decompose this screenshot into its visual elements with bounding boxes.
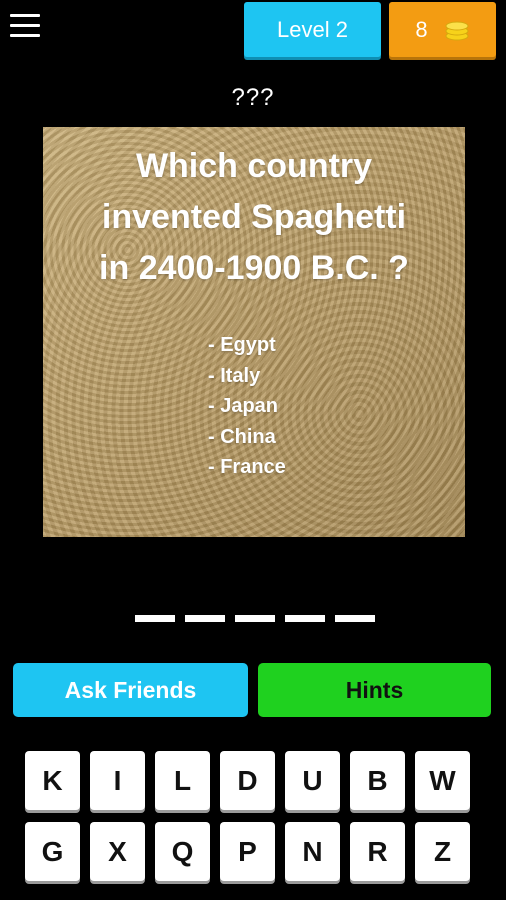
ask-friends-button[interactable]: Ask Friends [13,663,248,717]
answer-slot[interactable] [335,615,375,622]
letter-key[interactable]: P [220,822,275,881]
answer-slot[interactable] [285,615,325,622]
letter-key[interactable]: L [155,751,210,810]
ask-friends-label: Ask Friends [64,676,197,703]
keyboard-row-2: G X Q P N R Z [25,822,485,881]
keyboard-row-1: K I L D U B W [25,751,485,810]
question-line: invented Spaghetti [101,198,407,236]
option-item: - Japan [208,395,279,417]
answer-slot[interactable] [135,615,175,622]
letter-key[interactable]: K [25,751,80,810]
letter-key[interactable]: N [285,822,340,881]
question-line: in 2400-1900 B.C. ? [99,249,409,287]
letter-key[interactable]: G [25,822,80,881]
letter-key[interactable]: U [285,751,340,810]
option-item: - China [208,425,276,448]
answer-slot[interactable] [235,615,275,622]
coins-icon [445,21,469,40]
option-item: - Egypt [208,334,276,356]
letter-key[interactable]: B [350,751,405,810]
letter-key[interactable]: X [90,822,145,881]
coins-badge[interactable]: 8 [389,2,496,57]
letter-keyboard: K I L D U B W G X Q P N R Z [25,751,485,893]
letter-key[interactable]: I [90,751,145,810]
hints-button[interactable]: Hints [258,663,491,717]
level-label: Level 2 [277,16,348,42]
option-item: - France [208,456,286,478]
level-badge: Level 2 [244,2,381,57]
answer-slots [135,615,375,622]
options-list: - Egypt - Italy - Japan - China - France [208,330,286,483]
hints-label: Hints [345,676,404,703]
question-text: Which country invented Spaghetti in 2400… [43,141,465,294]
letter-key[interactable]: D [220,751,275,810]
letter-key[interactable]: Q [155,822,210,881]
answer-placeholder: ??? [231,84,275,111]
answer-slot[interactable] [185,615,225,622]
coin-count: 8 [415,16,428,42]
question-image: Which country invented Spaghetti in 2400… [43,127,465,537]
option-item: - Italy [208,364,261,387]
letter-key[interactable]: R [350,822,405,881]
letter-key[interactable]: Z [415,822,470,881]
question-line: Which country [135,147,373,185]
letter-key[interactable]: W [415,751,470,810]
menu-icon[interactable] [10,14,40,40]
